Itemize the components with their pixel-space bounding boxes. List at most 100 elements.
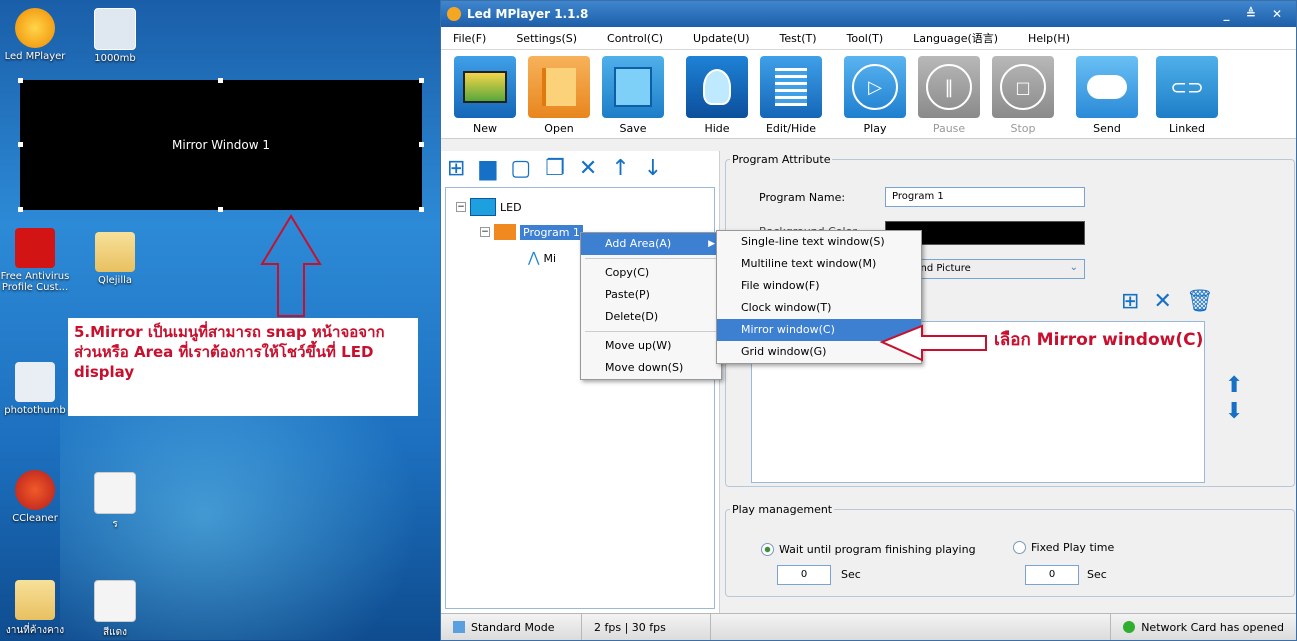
program-name-label: Program Name: [759, 191, 846, 204]
led-mplayer-icon [15, 8, 55, 48]
resize-handle[interactable] [419, 207, 424, 212]
menu-language[interactable]: Language(语言) [913, 30, 998, 46]
submenu-arrow-icon: ▶ [708, 239, 715, 249]
desktop-icon-photothumb[interactable]: photothumb [0, 362, 70, 416]
tree-node-program[interactable]: − Program 1 [480, 224, 583, 240]
delete-icon[interactable]: ✕ [579, 156, 597, 181]
menu-test[interactable]: Test(T) [780, 32, 817, 45]
open-label: Open [544, 122, 574, 135]
menu-delete[interactable]: Delete(D) [581, 306, 721, 328]
new-label: New [473, 122, 497, 135]
desktop-icon-avira[interactable]: Free Antivirus Profile Cust... [0, 228, 70, 293]
hide-button[interactable]: Hide [685, 56, 749, 135]
submenu-single-line-text[interactable]: Single-line text window(S) [717, 231, 921, 253]
desktop-icon-folder[interactable]: Qlejilla [80, 232, 150, 286]
menu-move-down[interactable]: Move down(S) [581, 357, 721, 379]
lightbulb-icon [686, 56, 748, 118]
menu-bar: File(F) Settings(S) Control(C) Update(U)… [441, 27, 1296, 50]
desktop-icon-label: Qlejilla [97, 275, 133, 286]
mirror-area-icon: ⋀ [528, 250, 540, 266]
collapse-toggle-icon[interactable]: − [456, 202, 466, 212]
wait-until-finish-radio[interactable]: Wait until program finishing playing [761, 543, 976, 556]
menu-add-area-label: Add Area(A) [605, 237, 672, 250]
app-logo-icon [447, 7, 461, 21]
menu-move-up[interactable]: Move up(W) [581, 335, 721, 357]
menu-add-area[interactable]: Add Area(A) ▶ [581, 233, 721, 255]
desktop-icon-ledmplayer[interactable]: Led MPlayer [0, 8, 70, 62]
title-bar[interactable]: Led MPlayer 1.1.8 _ ≜ ✕ [441, 1, 1296, 27]
pause-label: Pause [932, 122, 966, 135]
desktop-icon-label: photothumb [4, 405, 66, 416]
pencil-icon [760, 56, 822, 118]
linked-button[interactable]: ⊂⊃ Linked [1155, 56, 1219, 135]
add-area-icon[interactable]: ⊞ [1121, 289, 1139, 314]
new-button[interactable]: New [453, 56, 517, 135]
linked-label: Linked [1169, 122, 1205, 135]
mirror-window-preview[interactable]: Mirror Window 1 [18, 78, 424, 212]
collapse-toggle-icon[interactable]: − [480, 227, 490, 237]
open-button[interactable]: Open [527, 56, 591, 135]
fixed-seconds-input[interactable]: 0 [1025, 565, 1079, 585]
submenu-clock-window[interactable]: Clock window(T) [717, 297, 921, 319]
resize-handle[interactable] [18, 78, 23, 83]
callout-text: เลือก Mirror window(C) [994, 326, 1203, 353]
delete-area-icon[interactable]: ✕ [1153, 289, 1171, 314]
resize-handle[interactable] [218, 207, 223, 212]
menu-paste[interactable]: Paste(P) [581, 284, 721, 306]
fixed-play-time-label: Fixed Play time [1031, 541, 1115, 554]
image-file-icon [94, 8, 136, 50]
desktop-icon-ccleaner[interactable]: CCleaner [0, 470, 70, 524]
folder-icon [15, 580, 55, 620]
radio-selected-icon [761, 543, 774, 556]
window-controls[interactable]: _ ≜ ✕ [1224, 7, 1288, 21]
menu-separator [585, 258, 717, 259]
fixed-play-time-radio[interactable]: Fixed Play time [1013, 541, 1114, 554]
resize-handle[interactable] [18, 142, 23, 147]
save-button[interactable]: Save [601, 56, 665, 135]
desktop-icon-1000mb[interactable]: 1000mb [80, 8, 150, 64]
resize-handle[interactable] [218, 78, 223, 83]
trash-icon[interactable]: 🗑 [1186, 289, 1214, 314]
submenu-multiline-text[interactable]: Multiline text window(M) [717, 253, 921, 275]
resize-handle[interactable] [18, 207, 23, 212]
program-attribute-legend: Program Attribute [732, 153, 831, 166]
stop-button[interactable]: □ Stop [991, 56, 1055, 135]
desktop-icon-folder-2[interactable]: งานที่ค้างคาง [0, 580, 70, 638]
desktop-icon-red[interactable]: สีแดง [80, 580, 150, 640]
copy-icon[interactable]: ❐ [545, 156, 565, 181]
submenu-file-window[interactable]: File window(F) [717, 275, 921, 297]
new-area-icon[interactable]: ▢ [510, 156, 531, 181]
wait-seconds-input[interactable]: 0 [777, 565, 831, 585]
desktop-icon-label: สีแดง [103, 627, 127, 638]
menu-update[interactable]: Update(U) [693, 32, 749, 45]
area-down-icon[interactable]: ⬇ [1225, 399, 1243, 425]
edit-hide-button[interactable]: Edit/Hide [759, 56, 823, 135]
desktop-icon-screenshot[interactable]: ร [80, 472, 150, 532]
resize-handle[interactable] [419, 78, 424, 83]
program-name-input[interactable]: Program 1 [885, 187, 1085, 207]
add-program-icon[interactable]: ▆ [479, 156, 496, 181]
submenu-label: File window(F) [741, 279, 820, 292]
network-ok-icon [1123, 621, 1136, 633]
move-up-icon[interactable]: ↑ [611, 156, 629, 181]
add-screen-icon[interactable]: ⊞ [447, 156, 465, 181]
menu-copy[interactable]: Copy(C) [581, 262, 721, 284]
menu-tool[interactable]: Tool(T) [847, 32, 884, 45]
toolbar: New Open Save Hide Edit/Hide ▷ Play ‖ Pa… [441, 50, 1296, 139]
tree-node-mirror[interactable]: ⋀ Mi [528, 250, 556, 266]
resize-handle[interactable] [419, 142, 424, 147]
move-down-icon[interactable]: ↓ [644, 156, 662, 181]
pause-button[interactable]: ‖ Pause [917, 56, 981, 135]
menu-control[interactable]: Control(C) [607, 32, 663, 45]
menu-help[interactable]: Help(H) [1028, 32, 1070, 45]
play-icon: ▷ [844, 56, 906, 118]
desktop-icon-label: 1000mb [94, 53, 136, 64]
tree-toolbar: ⊞ ▆ ▢ ❐ ✕ ↑ ↓ [441, 151, 719, 185]
fixed-seconds-value: 0 [1048, 569, 1056, 580]
play-button[interactable]: ▷ Play [843, 56, 907, 135]
menu-settings[interactable]: Settings(S) [516, 32, 577, 45]
menu-file[interactable]: File(F) [453, 32, 486, 45]
send-button[interactable]: Send [1075, 56, 1139, 135]
area-up-icon[interactable]: ⬆ [1225, 373, 1243, 399]
tree-node-led[interactable]: − LED [456, 198, 522, 216]
